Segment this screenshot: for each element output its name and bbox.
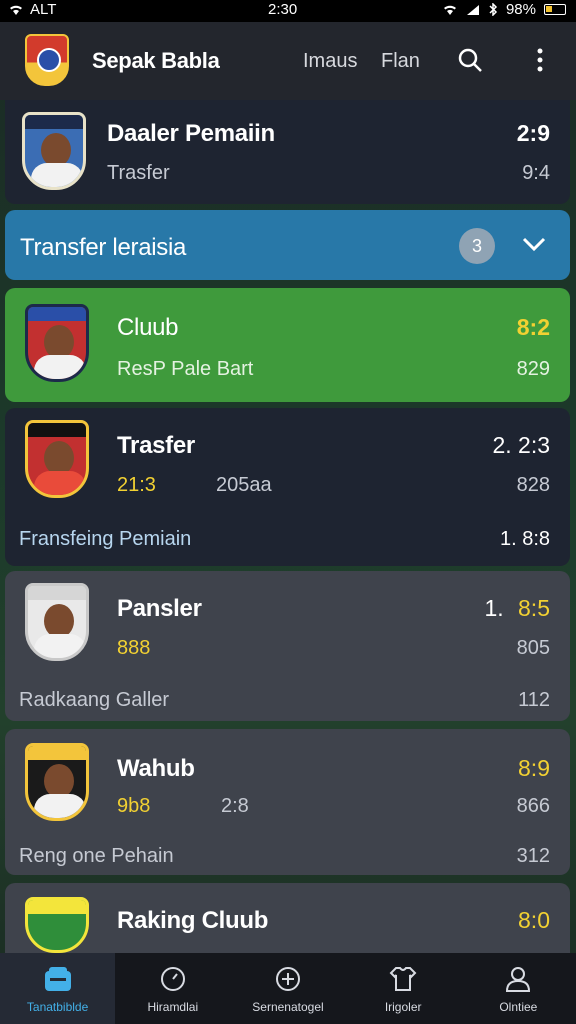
card-value-1: 888 [117, 637, 151, 659]
nav-link-2[interactable]: Flan [381, 50, 420, 73]
club-crest-image [25, 897, 89, 953]
club-crest-image [25, 420, 89, 498]
transfer-card[interactable]: Trasfer 21:3 205aa 2. 2:3 828 Fransfeing… [5, 408, 570, 566]
card-subtitle: Trasfer [107, 162, 170, 184]
signal-icon [466, 4, 479, 15]
card-footer: Reng one Pehain [19, 845, 174, 867]
tab-label: Sernenatogel [252, 1000, 324, 1014]
tab-matches[interactable]: Hiramdlai [115, 953, 230, 1024]
search-button[interactable] [454, 44, 486, 76]
club-card[interactable]: Raking Cluub 8:0 [5, 883, 570, 953]
plus-circle-icon [275, 967, 300, 991]
card-value-2: 205aa [216, 474, 272, 496]
tab-home[interactable]: Tanatbiblde [0, 953, 116, 1024]
card-rank: 1. [484, 595, 504, 621]
tab-label: Olntiee [499, 1000, 538, 1014]
player-card[interactable]: Pansler 888 1. 8:5 805 Radkaang Galler 1… [5, 571, 570, 721]
nav-link-1[interactable]: Imaus [303, 50, 357, 73]
card-title: Wahub [117, 755, 195, 782]
more-options-button[interactable] [524, 44, 556, 76]
user-icon [506, 967, 531, 992]
app-logo [25, 34, 69, 86]
club-crest-image [22, 112, 86, 190]
tab-profile[interactable]: Olntiee [461, 953, 576, 1024]
card-value-2: 2:8 [221, 795, 249, 817]
player-card[interactable]: Wahub 9b8 2:8 8:9 866 Reng one Pehain 31… [5, 729, 570, 875]
home-icon [44, 967, 71, 991]
card-footer: Fransfeing Pemiain [19, 528, 192, 550]
club-crest-image [25, 583, 89, 661]
card-right-value: 9:4 [522, 162, 550, 184]
card-right-value: 805 [516, 637, 550, 659]
card-right-value: 866 [516, 795, 550, 817]
card-subtitle: ResP Pale Bart [117, 358, 254, 380]
section-title: Transfer leraisia [20, 234, 187, 261]
card-right-value: 828 [516, 474, 550, 496]
battery-percent: 98% [505, 1, 536, 18]
card-footer-value: 112 [518, 689, 550, 711]
transfer-section-header[interactable]: Transfer leraisia 3 [5, 210, 570, 280]
card-value-1: 9b8 [117, 795, 151, 817]
battery-icon [544, 4, 566, 15]
card-footer-value: 1. 8:8 [499, 528, 550, 550]
club-crest-image [25, 304, 89, 382]
card-score: 8:2 [516, 314, 550, 340]
tab-label: Irigoler [384, 1000, 422, 1014]
status-bar: ALT 2:30 98% [0, 0, 576, 22]
card-title: Trasfer [117, 432, 195, 459]
card-score: 2:9 [516, 120, 550, 146]
bluetooth-icon [489, 3, 498, 16]
bottom-navigation: Tanatbiblde Hiramdlai Sernenatogel Irigo… [0, 953, 576, 1024]
app-bar: Sepak Babla Imaus Flan [0, 22, 576, 100]
card-footer-value: 312 [516, 845, 550, 867]
card-score: 1. 8:5 [484, 595, 550, 622]
card-title: Daaler Pemaiin [107, 120, 275, 147]
tab-label: Hiramdlai [147, 1000, 199, 1014]
wifi-icon [443, 5, 456, 15]
search-icon [458, 48, 482, 72]
card-score-value: 8:5 [518, 595, 550, 621]
clock-icon [160, 967, 185, 991]
card-footer: Radkaang Galler [19, 689, 170, 711]
card-title: Pansler [117, 595, 202, 622]
wifi-icon [10, 5, 22, 15]
carrier-label: ALT [30, 1, 57, 18]
status-time: 2:30 [268, 1, 298, 18]
club-card[interactable]: Cluub ResP Pale Bart 8:2 829 [5, 288, 570, 402]
card-score: 8:9 [518, 755, 550, 781]
card-value-1: 21:3 [117, 474, 156, 496]
shirt-icon [389, 967, 417, 991]
more-vertical-icon [537, 48, 543, 72]
club-crest-image [25, 743, 89, 821]
player-card[interactable]: Daaler Pemaiin Trasfer 2:9 9:4 [5, 100, 570, 204]
tab-label: Tanatbiblde [26, 1000, 89, 1014]
tab-add[interactable]: Sernenatogel [230, 953, 345, 1024]
chevron-down-icon[interactable] [521, 235, 547, 253]
card-title: Raking Cluub [117, 907, 269, 934]
card-score: 8:0 [518, 907, 550, 933]
card-title: Cluub [117, 314, 179, 341]
count-badge: 3 [459, 228, 495, 264]
card-right-value: 829 [516, 358, 550, 380]
card-score: 2. 2:3 [492, 432, 550, 458]
app-title: Sepak Babla [92, 48, 220, 73]
tab-shirt[interactable]: Irigoler [346, 953, 461, 1024]
